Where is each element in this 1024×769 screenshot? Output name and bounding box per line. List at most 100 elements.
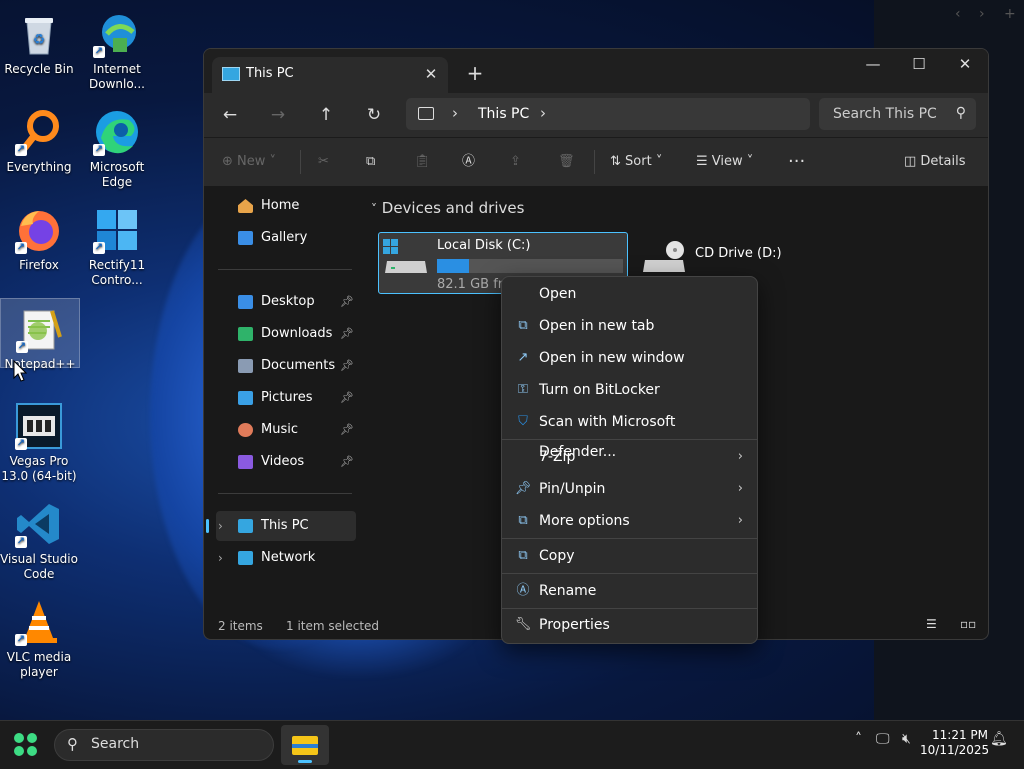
pin-icon[interactable]: 📌︎ (340, 351, 354, 381)
desktop-icon-firefox[interactable]: ↗ Firefox (0, 200, 78, 273)
sidebar-item-videos[interactable]: Videos 📌︎ (216, 447, 356, 477)
pin-icon[interactable]: 📌︎ (340, 287, 354, 317)
mouse-cursor-icon (13, 359, 28, 386)
item-count: 2 items (218, 619, 263, 633)
new-tab-button[interactable]: + (464, 61, 486, 85)
notification-bell-icon[interactable]: 🔔︎ (990, 731, 1008, 747)
corner-forward-icon: › (979, 6, 985, 22)
tab-close-icon[interactable]: ✕ (420, 63, 442, 85)
start-button[interactable] (14, 733, 38, 757)
sidebar-item-gallery[interactable]: Gallery (216, 223, 356, 253)
pin-icon[interactable]: 📌︎ (340, 319, 354, 349)
start-logo-petal (27, 746, 37, 756)
shortcut-arrow-icon: ↗ (93, 144, 105, 156)
menu-item-label: Pin/Unpin (539, 481, 606, 497)
desktop-icon-rectify11[interactable]: ↗ Rectify11 Contro... (78, 200, 156, 288)
taskbar-file-explorer[interactable] (281, 725, 329, 765)
desktop-icon-everything[interactable]: ↗ Everything (0, 102, 78, 175)
close-button[interactable]: ✕ (942, 49, 988, 81)
chevron-right-icon[interactable]: › (540, 104, 546, 122)
desktop-icon-label: Vegas Pro 13.0 (64-bit) (1, 454, 77, 483)
cut-icon[interactable]: ✂ (318, 150, 329, 174)
menu-item-turn-on-bitlocker[interactable]: ⚿ Turn on BitLocker (506, 375, 753, 405)
pin-icon[interactable]: 📌︎ (340, 383, 354, 413)
sidebar-item-documents[interactable]: Documents 📌︎ (216, 351, 356, 381)
drive-free-space: 82.1 GB fr (437, 277, 504, 292)
minimize-button[interactable]: — (850, 49, 896, 81)
sidebar-item-pictures[interactable]: Pictures 📌︎ (216, 383, 356, 413)
file-explorer-icon (292, 736, 318, 755)
desktop-icon-vegas-pro[interactable]: ↗ Vegas Pro 13.0 (64-bit) (0, 396, 78, 484)
desktop-icon-internet-download-manager[interactable]: ↗ Internet Downlo... (78, 4, 156, 92)
menu-item-rename[interactable]: Ⓐ Rename (506, 576, 753, 606)
details-view-toggle[interactable]: ☰ (926, 617, 937, 631)
shortcut-arrow-icon: ↗ (15, 634, 27, 646)
start-logo-petal (27, 733, 37, 743)
tiles-view-toggle[interactable]: ▫▫ (960, 617, 976, 631)
desktop-icon-notepad-plus-plus[interactable]: ↗ Notepad++ (0, 298, 80, 371)
sidebar-item-desktop[interactable]: Desktop 📌︎ (216, 287, 356, 317)
menu-item-scan-with-defender[interactable]: ⛉ Scan with Microsoft Defender... (506, 407, 753, 460)
menu-item-open-in-new-window[interactable]: ↗ Open in new window (506, 343, 753, 373)
desktop-icon-microsoft-edge[interactable]: ↗ Microsoft Edge (78, 102, 156, 190)
expand-chevron-icon[interactable]: › (218, 543, 223, 573)
bitlocker-key-icon: ⚿ (518, 382, 528, 397)
menu-item-more-options[interactable]: ⧉ More options › (506, 506, 753, 536)
rename-icon[interactable]: Ⓐ (462, 150, 475, 174)
tab-this-pc[interactable]: This PC ✕ (212, 57, 448, 93)
expand-chevron-icon[interactable]: › (218, 511, 223, 541)
menu-item-open[interactable]: Open (506, 279, 753, 309)
copy-icon[interactable]: ⧉ (366, 150, 375, 174)
back-button[interactable]: ← (214, 99, 246, 131)
drive-usage-fill (437, 259, 469, 273)
notepad-plus-plus-icon: ↗ (16, 305, 64, 353)
network-icon (238, 551, 253, 565)
menu-item-7zip[interactable]: 7-Zip › (506, 442, 753, 472)
volume-muted-icon[interactable]: 🔇︎ (902, 731, 911, 747)
group-header[interactable]: ˅ Devices and drives (371, 199, 524, 217)
pin-icon[interactable]: 📌︎ (340, 447, 354, 477)
menu-item-open-in-new-tab[interactable]: ⧉ Open in new tab (506, 311, 753, 341)
menu-item-pin-unpin[interactable]: 📌︎ Pin/Unpin › (506, 474, 753, 504)
vlc-icon: ↗ (15, 598, 63, 646)
network-tray-icon[interactable]: 🖵︎ (876, 731, 890, 747)
details-button[interactable]: ◫ Details (904, 150, 966, 174)
more-options-button[interactable]: ··· (788, 150, 805, 174)
pin-icon[interactable]: 📌︎ (340, 415, 354, 445)
shortcut-arrow-icon: ↗ (16, 341, 28, 353)
forward-button[interactable]: → (262, 99, 294, 131)
view-button[interactable]: ☰ View ˅ (696, 150, 753, 174)
clock-date: 10/11/2025 (920, 743, 990, 757)
sidebar-item-network[interactable]: › Network (216, 543, 356, 573)
sidebar-item-music[interactable]: Music 📌︎ (216, 415, 356, 445)
share-icon[interactable]: ⇪ (510, 150, 521, 174)
breadcrumb-this-pc[interactable]: This PC (478, 106, 529, 122)
desktop-icon-vlc[interactable]: ↗ VLC media player (0, 592, 78, 680)
paste-icon[interactable]: 📋︎ (414, 150, 431, 174)
sidebar-item-this-pc[interactable]: › This PC (206, 511, 356, 541)
desktop-icon-vscode[interactable]: ↗ Visual Studio Code (0, 494, 78, 582)
clock[interactable]: 11:21 PM 10/11/2025 (920, 728, 990, 758)
submenu-chevron-icon: › (737, 449, 743, 464)
this-pc-icon (238, 519, 253, 533)
search-box[interactable]: Search This PC ⚲ (819, 98, 976, 130)
show-hidden-icons-chevron-icon[interactable]: ˄ (855, 731, 862, 747)
up-button[interactable]: ↑ (310, 99, 342, 131)
menu-item-properties[interactable]: 🔧︎ Properties (506, 610, 753, 640)
clock-time: 11:21 PM (932, 728, 988, 742)
desktop-icon-recycle-bin[interactable]: ♻ Recycle Bin (0, 4, 78, 77)
sort-button[interactable]: ⇅ Sort ˅ (610, 150, 662, 174)
delete-icon[interactable]: 🗑︎ (558, 150, 575, 174)
new-button[interactable]: ⊕ New ˅ (222, 150, 276, 174)
sidebar-item-home[interactable]: Home (216, 191, 356, 221)
start-logo-petal (14, 733, 24, 743)
sidebar-item-label: Network (261, 550, 316, 565)
refresh-button[interactable]: ↻ (358, 99, 390, 131)
corner-back-icon: ‹ (955, 6, 961, 22)
sidebar-item-downloads[interactable]: Downloads 📌︎ (216, 319, 356, 349)
taskbar-search[interactable]: ⚲ Search (54, 729, 274, 761)
menu-item-copy[interactable]: ⧉ Copy (506, 541, 753, 571)
this-pc-icon (222, 67, 240, 81)
maximize-button[interactable]: ☐ (896, 49, 942, 81)
address-bar[interactable]: › This PC › (406, 98, 810, 130)
